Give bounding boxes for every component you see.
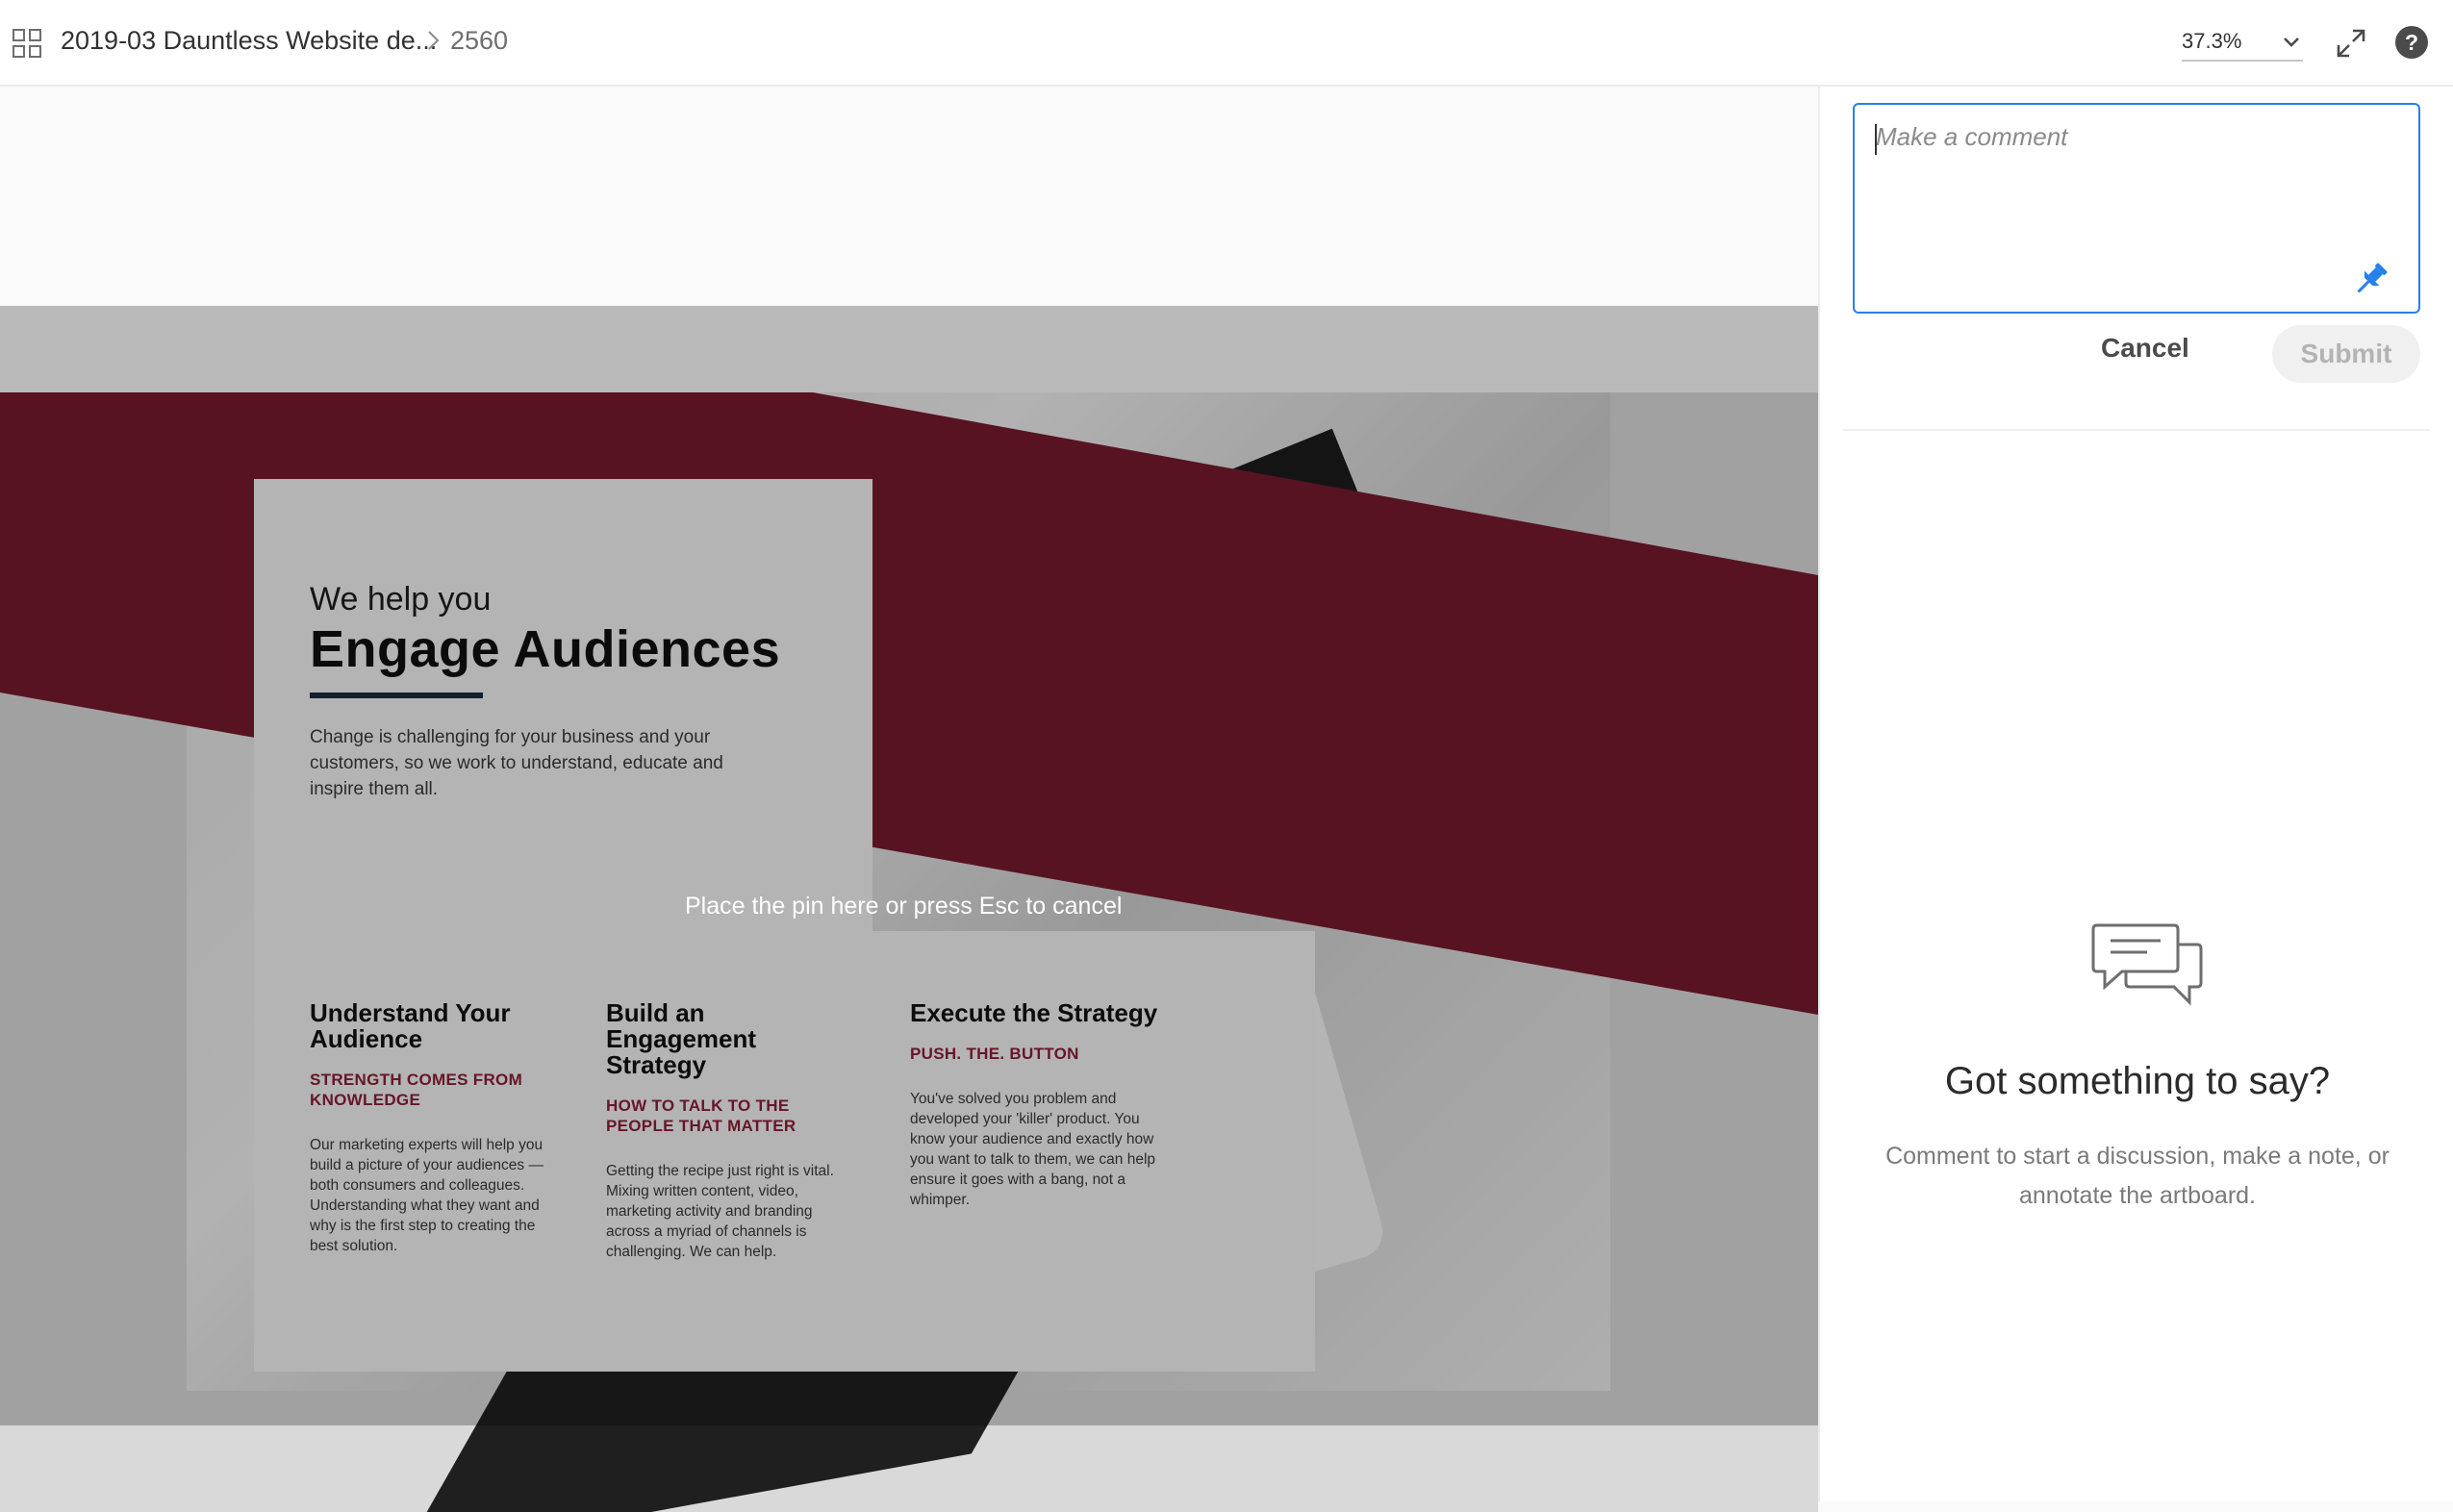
- zoom-value: 37.3%: [2182, 29, 2242, 53]
- comment-input[interactable]: [1874, 120, 2397, 259]
- chevron-right-icon: [428, 31, 440, 50]
- zoom-select[interactable]: 37.3%: [2182, 25, 2303, 62]
- pin-placement-overlay[interactable]: [0, 306, 1818, 1425]
- breadcrumb-artboard-name: 2560: [450, 26, 509, 55]
- grid-view-icon[interactable]: [12, 28, 42, 59]
- text-caret: [1875, 124, 1877, 155]
- fullscreen-icon[interactable]: [2333, 25, 2369, 62]
- speech-bubbles-icon: [2091, 923, 2203, 1006]
- pin-icon[interactable]: [2351, 259, 2391, 299]
- empty-state-title: Got something to say?: [1944, 1060, 2331, 1102]
- empty-state-description: Comment to start a discussion, make a no…: [1885, 1143, 2390, 1209]
- comment-box[interactable]: [1853, 103, 2420, 314]
- cancel-button[interactable]: Cancel: [2101, 333, 2189, 364]
- pin-placement-hint: Place the pin here or press Esc to cance…: [685, 893, 1123, 920]
- chevron-down-icon: [2284, 38, 2299, 47]
- help-icon[interactable]: ?: [2394, 25, 2429, 60]
- top-bar: 2019-03 Dauntless Website de... 2560 37.…: [0, 0, 2453, 87]
- submit-button[interactable]: Submit: [2272, 325, 2420, 383]
- svg-text:?: ?: [2405, 30, 2418, 55]
- breadcrumb-document-title[interactable]: 2019-03 Dauntless Website de...: [61, 23, 437, 58]
- panel-divider: [1843, 429, 2430, 431]
- comments-panel: Cancel Submit Got something to say? Comm…: [1818, 87, 2453, 1501]
